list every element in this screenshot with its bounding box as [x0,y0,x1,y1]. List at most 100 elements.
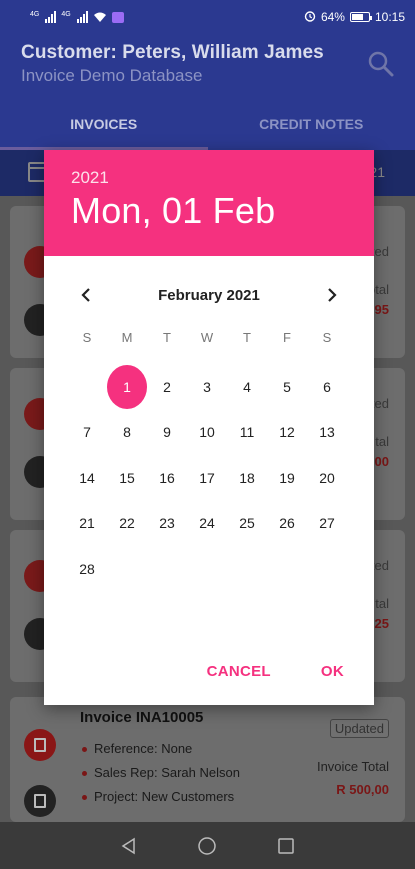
day-number: 2 [163,378,171,395]
calendar-grid: S M T W T F S 1 2 3 4 5 6 7 8 9 10 11 12 13 14 15 16 17 1… [67,330,347,592]
tab-credit-notes[interactable]: CREDIT NOTES [208,98,415,150]
day-number: 5 [283,378,291,395]
invoice-reference: Reference: None [82,737,240,761]
empty-day-cell [307,546,347,592]
day-number: 3 [203,378,211,395]
calendar-day[interactable]: 24 [187,501,227,547]
calendar-day[interactable]: 13 [307,410,347,456]
calendar-day[interactable]: 20 [307,455,347,501]
total-label: tal [375,434,389,449]
alarm-icon [304,10,316,25]
home-icon[interactable] [195,834,219,858]
empty-day-cell [107,546,147,592]
signal-icon-2 [76,11,88,23]
status-badge: Updated [329,719,389,738]
day-number: 1 [107,364,147,409]
previous-month-button[interactable] [76,285,96,305]
month-label: February 2021 [158,286,260,304]
day-number: 9 [163,424,171,441]
network-type-2: 4G [61,11,71,18]
calendar-day[interactable]: 14 [67,455,107,501]
calendar-day[interactable]: 11 [227,410,267,456]
calendar-weeks: 1 2 3 4 5 6 7 8 9 10 11 12 13 14 15 16 17 18 19 20 21 22 23 24 2… [67,364,347,592]
selected-date[interactable]: Mon, 01 Feb [71,190,374,232]
calendar-day[interactable]: 3 [187,364,227,410]
battery-icon [349,12,372,22]
calendar-week-row: 14 15 16 17 18 19 20 [67,455,347,501]
recents-icon[interactable] [274,834,298,858]
calendar-day[interactable]: 2 [147,364,187,410]
next-month-button[interactable] [322,285,342,305]
date-picker-dialog: 2021 Mon, 01 Feb February 2021 S M T W T… [44,150,374,705]
calendar-day[interactable]: 16 [147,455,187,501]
day-number: 13 [319,424,335,441]
calendar-day[interactable]: 15 [107,455,147,501]
battery-percent: 64% [320,10,345,24]
signal-icon [45,11,57,23]
invoice-total-label: Invoice Total [316,759,389,774]
day-number: 18 [239,469,255,486]
calendar-day[interactable]: 6 [307,364,347,410]
calendar-week-row: 28 [67,546,347,592]
weekday-label: T [243,330,251,345]
empty-day-cell [147,546,187,592]
search-icon[interactable] [367,50,395,78]
calendar-day[interactable]: 8 [107,410,147,456]
day-number: 28 [79,560,95,577]
weekday-label: T [163,330,171,345]
calendar-day[interactable]: 27 [307,501,347,547]
weekday-label: F [283,330,291,345]
day-number: 23 [159,515,175,532]
total-value: 25 [374,616,389,631]
calendar-day[interactable]: 22 [107,501,147,547]
day-number: 25 [239,515,255,532]
chevron-left-icon [81,288,90,302]
calendar-day[interactable]: 7 [67,410,107,456]
calendar-day[interactable]: 23 [147,501,187,547]
day-number: 4 [243,378,251,395]
page-subtitle: Invoice Demo Database [21,66,203,85]
empty-day-cell [67,364,107,410]
weekday-label: M [121,330,133,345]
calendar-day[interactable]: 18 [227,455,267,501]
calendar-day-selected[interactable]: 1 [107,364,147,410]
empty-day-cell [267,546,307,592]
day-number: 26 [279,515,295,532]
status-bar: 4G 4G 64% 10:15 [0,0,415,34]
tab-invoices[interactable]: INVOICES [0,98,208,150]
date-picker-header: 2021 Mon, 01 Feb [44,150,374,256]
calendar-day[interactable]: 5 [267,364,307,410]
calendar-day[interactable]: 9 [147,410,187,456]
invoice-details: Reference: None Sales Rep: Sarah Nelson … [82,737,240,809]
ok-button[interactable]: OK [321,663,344,680]
day-number: 10 [199,424,215,441]
back-icon[interactable] [117,834,141,858]
weekday-header: S M T W T F S [67,330,347,364]
calendar-day[interactable]: 12 [267,410,307,456]
calendar-day[interactable]: 25 [227,501,267,547]
invoice-total-value: R 500,00 [336,782,389,797]
calendar-day[interactable]: 10 [187,410,227,456]
calendar-day[interactable]: 17 [187,455,227,501]
calendar-day[interactable]: 28 [67,546,107,592]
system-nav-bar [0,822,415,869]
cancel-button[interactable]: CANCEL [207,663,271,680]
tab-bar: INVOICES CREDIT NOTES [0,98,415,150]
page-title: Customer: Peters, William James [21,42,324,63]
day-number: 21 [79,515,95,532]
app-bar: Customer: Peters, William James Invoice … [0,34,415,98]
list-item-invoice[interactable]: Invoice INA10005 Updated Reference: None… [10,697,405,822]
calendar-day[interactable]: 4 [227,364,267,410]
day-number: 7 [83,424,91,441]
calendar-day[interactable]: 21 [67,501,107,547]
empty-day-cell [187,546,227,592]
day-number: 12 [279,424,295,441]
calendar-day[interactable]: 19 [267,455,307,501]
calendar-day[interactable]: 26 [267,501,307,547]
invoice-sales-rep: Sales Rep: Sarah Nelson [82,761,240,785]
calendar-week-row: 12 3 4 5 6 [67,364,347,410]
weekday-label: W [200,330,214,345]
total-label: tal [375,596,389,611]
invoice-title: Invoice INA10005 [80,709,204,726]
selected-year[interactable]: 2021 [71,168,374,188]
